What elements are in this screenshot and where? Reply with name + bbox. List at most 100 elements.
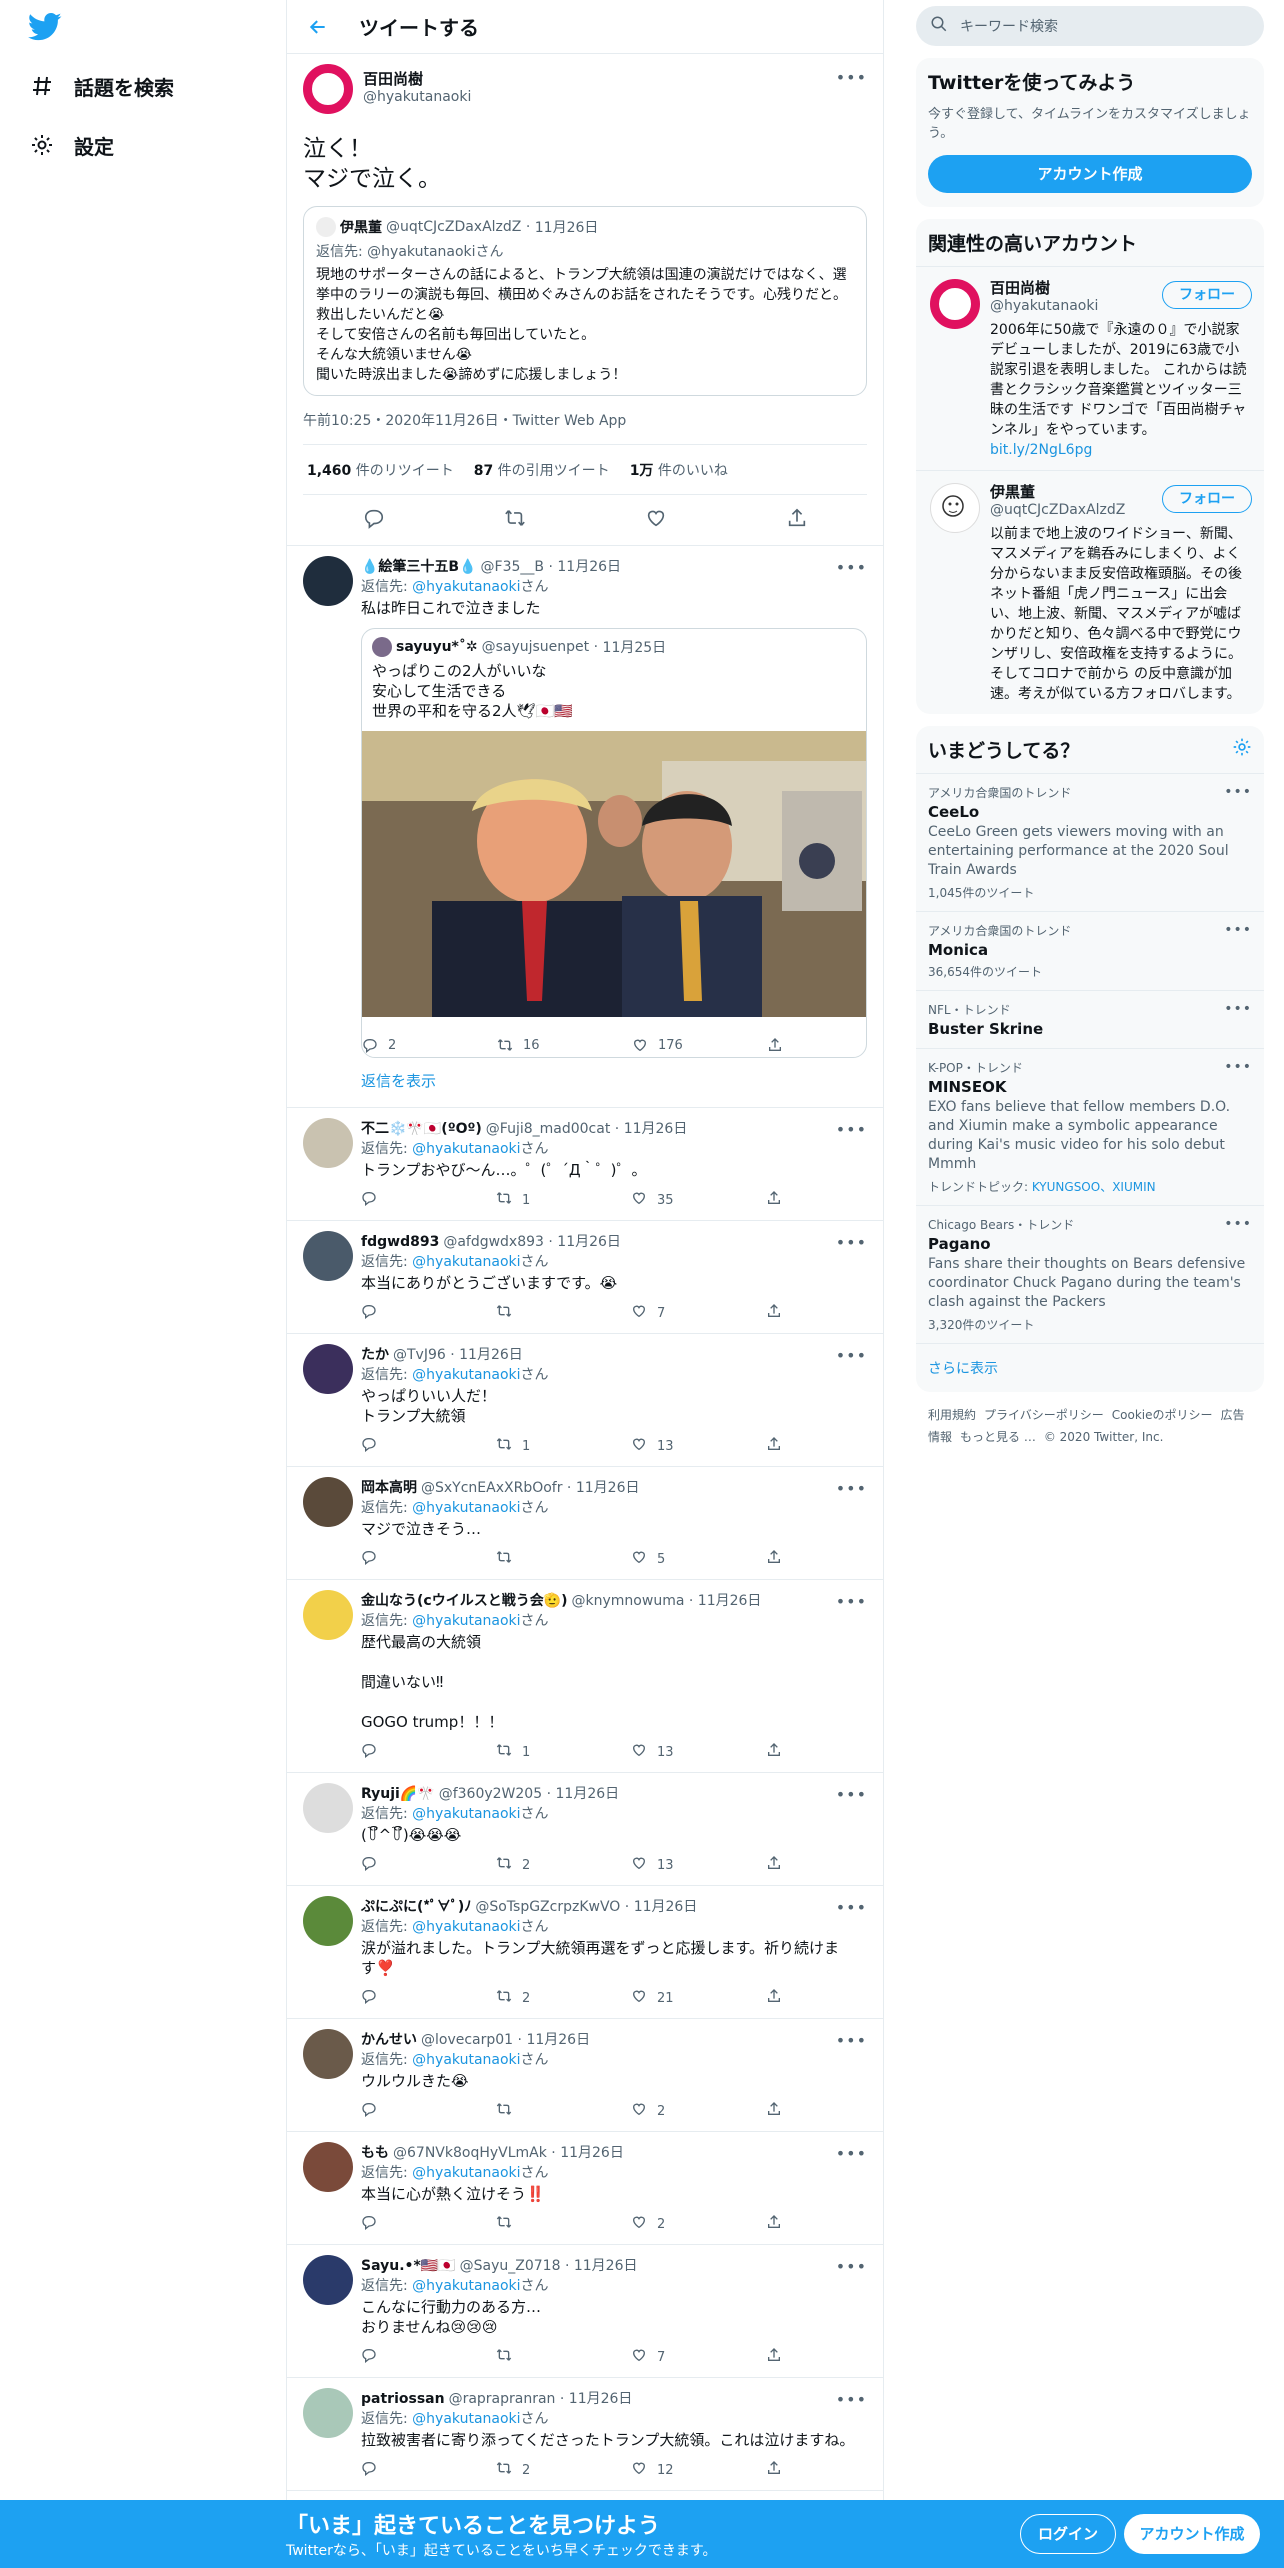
account-link[interactable]: bit.ly/2NgL6pg [990,442,1092,458]
like-action[interactable]: 7 [631,1303,766,1323]
author-handle[interactable]: @Fuji8_mad00cat [486,1121,611,1137]
trend-related-link[interactable]: KYUNGSOO、XIUMIN [1032,1180,1156,1194]
avatar[interactable] [303,1896,353,1946]
avatar[interactable] [303,1477,353,1527]
reply-tweet[interactable]: ••• 金山なう(cウイルスと戦う会🫡) @knymnowuma · 11月26日返… [287,1580,883,1773]
tweet-timestamp[interactable]: 午前10:25・2020年11月26日・Twitter Web App [303,410,867,445]
reply-action[interactable] [361,1436,496,1456]
tweet-date[interactable]: 11月26日 [557,1234,621,1250]
share-action[interactable] [767,1037,807,1053]
create-account-button[interactable]: アカウント作成 [928,155,1252,193]
retweet-action[interactable]: 16 [497,1037,632,1053]
share-action[interactable] [766,2101,806,2121]
share-action[interactable] [766,2347,806,2367]
reply-tweet[interactable]: ••• Sayu.•*🇺🇸🇯🇵 @Sayu_Z0718 · 11月26日 返信先: @… [287,2245,883,2378]
more-icon[interactable]: ••• [1224,922,1252,938]
share-action[interactable] [766,1742,806,1762]
avatar[interactable] [303,2029,353,2079]
tweet-date[interactable]: 11月26日 [624,1121,688,1137]
reply-tweet[interactable]: ••• 岡本高明 @SxYcnEAxXRbOofr · 11月26日 返信先: @hy… [287,1467,883,1580]
nav-explore[interactable]: 話題を検索 [28,66,174,106]
reply-action[interactable] [361,1742,496,1762]
likes-stat[interactable]: 1万 件のいいね [630,460,728,480]
reply-tweet[interactable]: ••• ぷにぷに(*ﾟ∀ﾟ)ﾉ @SoTspGZcrpzKwVO · 11月26日返… [287,1886,883,2019]
more-icon[interactable]: ••• [836,1120,867,1139]
avatar[interactable] [303,1590,353,1640]
trend-item[interactable]: ••• アメリカ合衆国のトレンド CeeLo CeeLo Green gets vie… [916,773,1264,911]
footer-link[interactable]: © 2020 Twitter, Inc. [1044,1430,1164,1444]
account-item[interactable]: 伊黒董 @uqtCJcZDaxAlzdZ フォロー 以前まで地上波のワイドショー… [916,470,1264,714]
more-icon[interactable]: ••• [836,68,867,87]
more-icon[interactable]: ••• [1224,1001,1252,1017]
search-input[interactable]: キーワード検索 [960,16,1058,36]
footer-link[interactable]: 利用規約 [928,1408,976,1422]
avatar[interactable] [930,483,980,533]
share-action[interactable] [766,2460,806,2480]
more-icon[interactable]: ••• [1224,784,1252,800]
like-action[interactable]: 13 [631,1742,766,1762]
author-handle[interactable]: @F35__B [481,559,544,575]
like-action[interactable]: 5 [631,1549,766,1569]
account-item[interactable]: 百田尚樹 @hyakutanaoki フォロー 2006年に50歳で『永遠の０』… [916,266,1264,470]
twitter-logo-icon[interactable] [27,12,64,44]
author-name[interactable]: 不二❄️🎌🇯🇵(ºOº) [361,1121,482,1137]
author-name[interactable]: Sayu.•*🇺🇸🇯🇵 [361,2258,456,2274]
share-action[interactable] [766,1988,806,2008]
retweet-action[interactable]: 2 [496,1855,631,1875]
reply-action[interactable] [361,1303,496,1323]
author-handle[interactable]: @lovecarp01 [421,2032,513,2048]
author-handle[interactable]: @raprapranran [449,2391,556,2407]
reply-tweet[interactable]: ••• patriossan @raprapranran · 11月26日 返信先: … [287,2378,883,2491]
quotes-stat[interactable]: 87 件の引用ツイート [474,460,610,480]
follow-button[interactable]: フォロー [1162,485,1252,513]
retweet-action[interactable] [496,1303,631,1323]
tweet-date[interactable]: 11月26日 [569,2391,633,2407]
reply-tweet[interactable]: ••• 不二❄️🎌🇯🇵(ºOº) @Fuji8_mad00cat · 11月26日返… [287,1108,883,1221]
more-icon[interactable]: ••• [836,1592,867,1611]
more-icon[interactable]: ••• [836,2031,867,2050]
footer-link[interactable]: もっと見る … [960,1430,1036,1444]
retweet-icon[interactable] [504,507,526,533]
reply-tweet[interactable]: ••• 💧絵筆三十五B💧 @F35__B · 11月26日 返信先: @hyaku… [287,546,883,1108]
like-icon[interactable] [645,507,667,533]
reply-action[interactable] [361,1190,496,1210]
like-action[interactable]: 176 [632,1037,767,1053]
retweet-action[interactable]: 1 [496,1190,631,1210]
avatar[interactable] [303,64,353,114]
search-box[interactable]: キーワード検索 [916,6,1264,46]
gear-icon[interactable] [1232,737,1252,762]
footer-link[interactable]: Cookieのポリシー [1112,1408,1213,1422]
author-name[interactable]: たか [361,1347,389,1363]
share-icon[interactable] [786,507,808,533]
avatar[interactable] [303,2255,353,2305]
author-name[interactable]: 百田尚樹 [363,68,471,89]
back-arrow-icon[interactable] [303,12,333,42]
like-action[interactable]: 13 [631,1436,766,1456]
like-action[interactable]: 2 [631,2214,766,2234]
avatar[interactable] [303,1783,353,1833]
like-action[interactable]: 7 [631,2347,766,2367]
quoted-tweet[interactable]: sayuyu*˚✲ @sayujsuenpet · 11月25日 やっぱりこの2… [361,628,867,1058]
reply-tweet[interactable]: ••• かんせい @lovecarp01 · 11月26日 返信先: @hyakuta… [287,2019,883,2132]
tweet-date[interactable]: 11月26日 [560,2145,624,2161]
signup-button[interactable]: アカウント作成 [1124,2514,1260,2554]
avatar[interactable] [303,2142,353,2192]
author-handle[interactable]: @afdgwdx893 [443,1234,544,1250]
author-handle[interactable]: @knymnowuma [572,1593,685,1609]
show-replies-link[interactable]: 返信を表示 [361,1070,867,1091]
reply-action[interactable]: 2 [362,1037,497,1053]
footer-link[interactable]: プライバシーポリシー [984,1408,1104,1422]
author-handle[interactable]: @67NVk8oqHyVLmAk [393,2145,547,2161]
more-icon[interactable]: ••• [836,2144,867,2163]
avatar[interactable] [303,1231,353,1281]
retweet-action[interactable]: 2 [496,2460,631,2480]
author-name[interactable]: もも [361,2145,389,2161]
avatar[interactable] [303,1118,353,1168]
author-name[interactable]: ぷにぷに(*ﾟ∀ﾟ)ﾉ [361,1899,471,1915]
share-action[interactable] [766,1855,806,1875]
retweet-action[interactable]: 2 [496,1988,631,2008]
more-icon[interactable]: ••• [836,1346,867,1365]
tweet-date[interactable]: 11月26日 [576,1480,640,1496]
author-handle[interactable]: @SxYcnEAxXRbOofr [421,1480,562,1496]
tweet-date[interactable]: 11月26日 [557,559,621,575]
